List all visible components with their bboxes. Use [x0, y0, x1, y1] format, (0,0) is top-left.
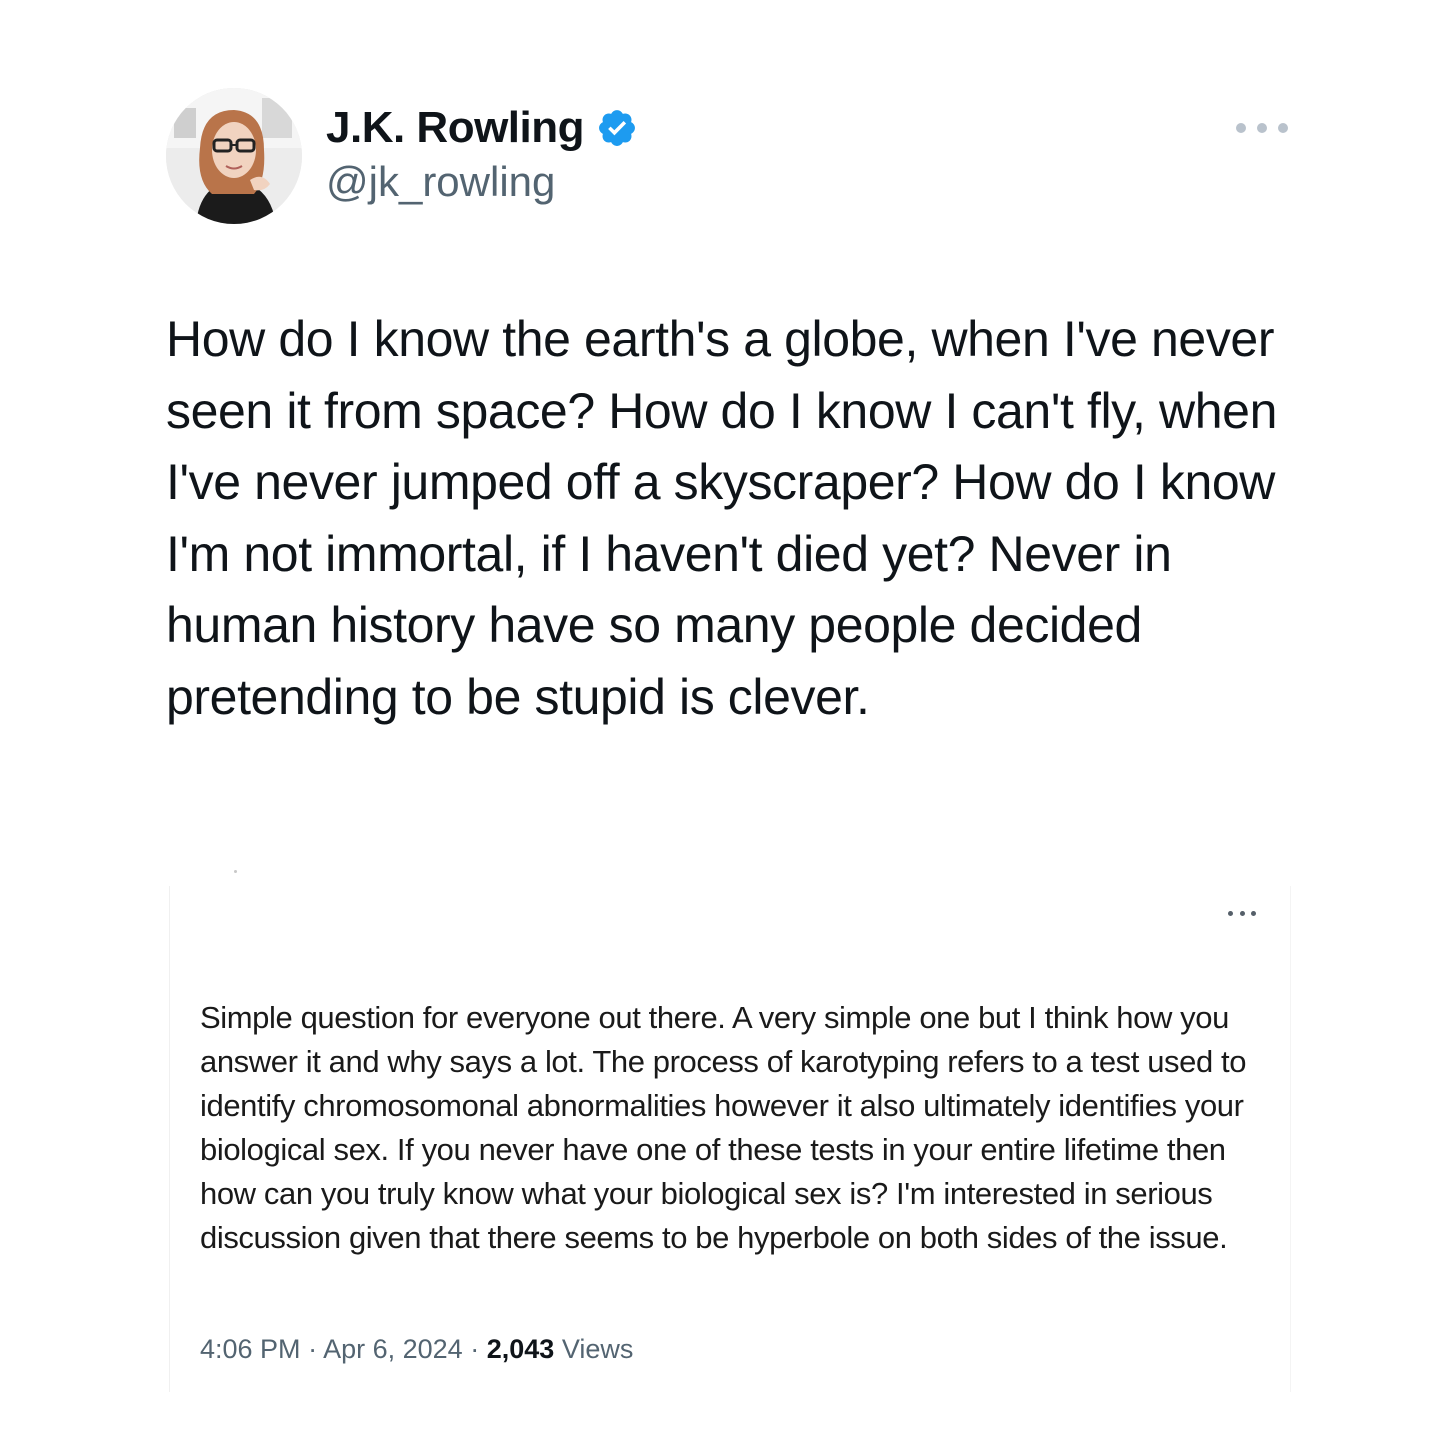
avatar[interactable] [166, 88, 302, 224]
dot-icon [1278, 123, 1288, 133]
display-name[interactable]: J.K. Rowling [326, 103, 585, 153]
views-label: Views [561, 1334, 634, 1364]
tweet-date[interactable]: Apr 6, 2024 [323, 1334, 463, 1364]
meta-separator: · [308, 1334, 318, 1364]
dot-icon [1251, 910, 1256, 916]
speck [234, 870, 237, 873]
meta-separator: · [470, 1334, 480, 1364]
quoted-tweet-meta: 4:06 PM · Apr 6, 2024 · 2,043 Views [200, 1334, 633, 1365]
quoted-tweet[interactable]: Simple question for everyone out there. … [169, 870, 1291, 1392]
more-options-icon[interactable] [1236, 112, 1288, 144]
profile-photo-icon [166, 88, 302, 224]
dot-icon [1236, 123, 1246, 133]
dot-icon [1257, 123, 1267, 133]
tweet-text: How do I know the earth's a globe, when … [166, 311, 1277, 725]
views-count: 2,043 [486, 1334, 555, 1364]
tweet-time[interactable]: 4:06 PM [200, 1334, 301, 1364]
dot-icon [1239, 910, 1245, 916]
quoted-more-options-icon[interactable] [1228, 906, 1256, 920]
author-name-row: J.K. Rowling [326, 100, 638, 156]
verified-badge-icon[interactable] [596, 107, 638, 149]
quoted-tweet-text: Simple question for everyone out there. … [200, 1000, 1247, 1255]
tweet-card: J.K. Rowling @jk_rowling How do I know t… [0, 0, 1456, 1456]
author-handle[interactable]: @jk_rowling [326, 158, 555, 206]
dot-icon [1228, 910, 1233, 916]
